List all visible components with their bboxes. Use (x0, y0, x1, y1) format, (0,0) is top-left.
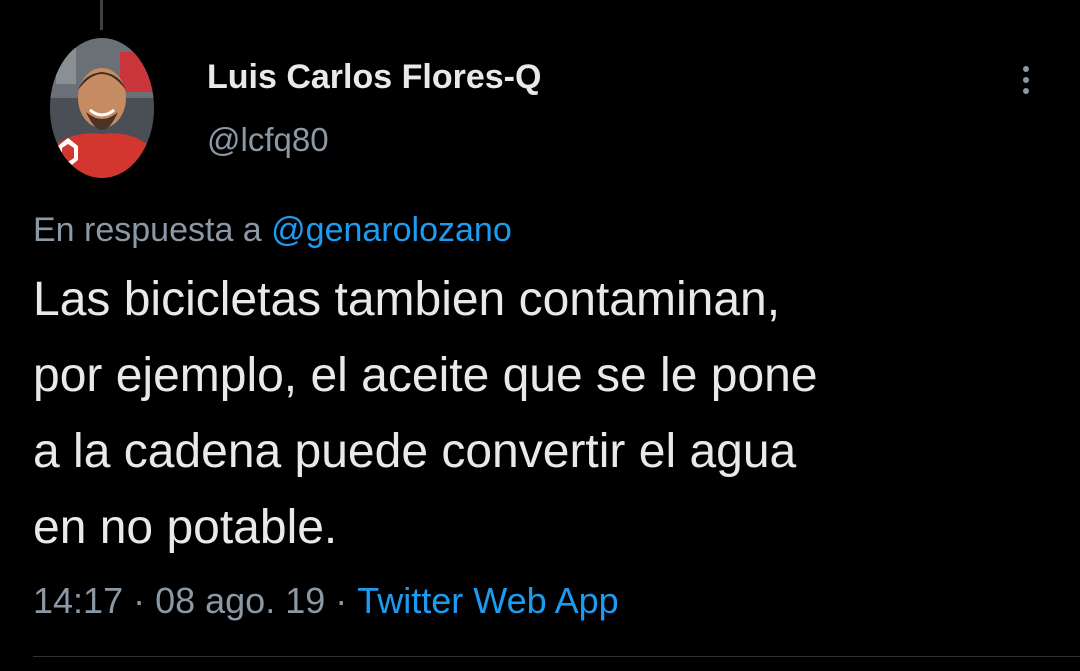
thread-connector-line (100, 0, 103, 30)
tweet-time[interactable]: 14:17 (33, 580, 123, 621)
divider (33, 656, 1080, 657)
tweet-text-line: a la cadena puede convertir el agua (33, 425, 797, 478)
meta-separator: · (133, 580, 146, 621)
tweet-text-line: por ejemplo, el aceite que se le pone (33, 349, 818, 402)
reply-mention-link[interactable]: @genarolozano (271, 211, 512, 249)
profile-photo (50, 38, 154, 178)
reply-context: En respuesta a @genarolozano (33, 208, 512, 252)
more-vertical-icon (1023, 66, 1029, 94)
tweet-date[interactable]: 08 ago. 19 (155, 580, 325, 621)
tweet-header: Luis Carlos Flores-Q @lcfq80 (207, 56, 960, 160)
tweet-meta: 14:17 · 08 ago. 19 · Twitter Web App (33, 578, 619, 624)
meta-separator: · (335, 580, 348, 621)
tweet-text-line: en no potable. (33, 501, 338, 554)
author-handle[interactable]: @lcfq80 (207, 120, 960, 160)
author-display-name[interactable]: Luis Carlos Flores-Q (207, 56, 960, 98)
more-options-button[interactable] (1006, 58, 1046, 102)
tweet-text: Las bicicletas tambien contaminan, por e… (33, 262, 1043, 566)
tweet-text-line: Las bicicletas tambien contaminan, (33, 273, 781, 326)
tweet-source-link[interactable]: Twitter Web App (357, 580, 618, 621)
reply-prefix: En respuesta a (33, 211, 262, 249)
avatar[interactable] (50, 38, 154, 178)
